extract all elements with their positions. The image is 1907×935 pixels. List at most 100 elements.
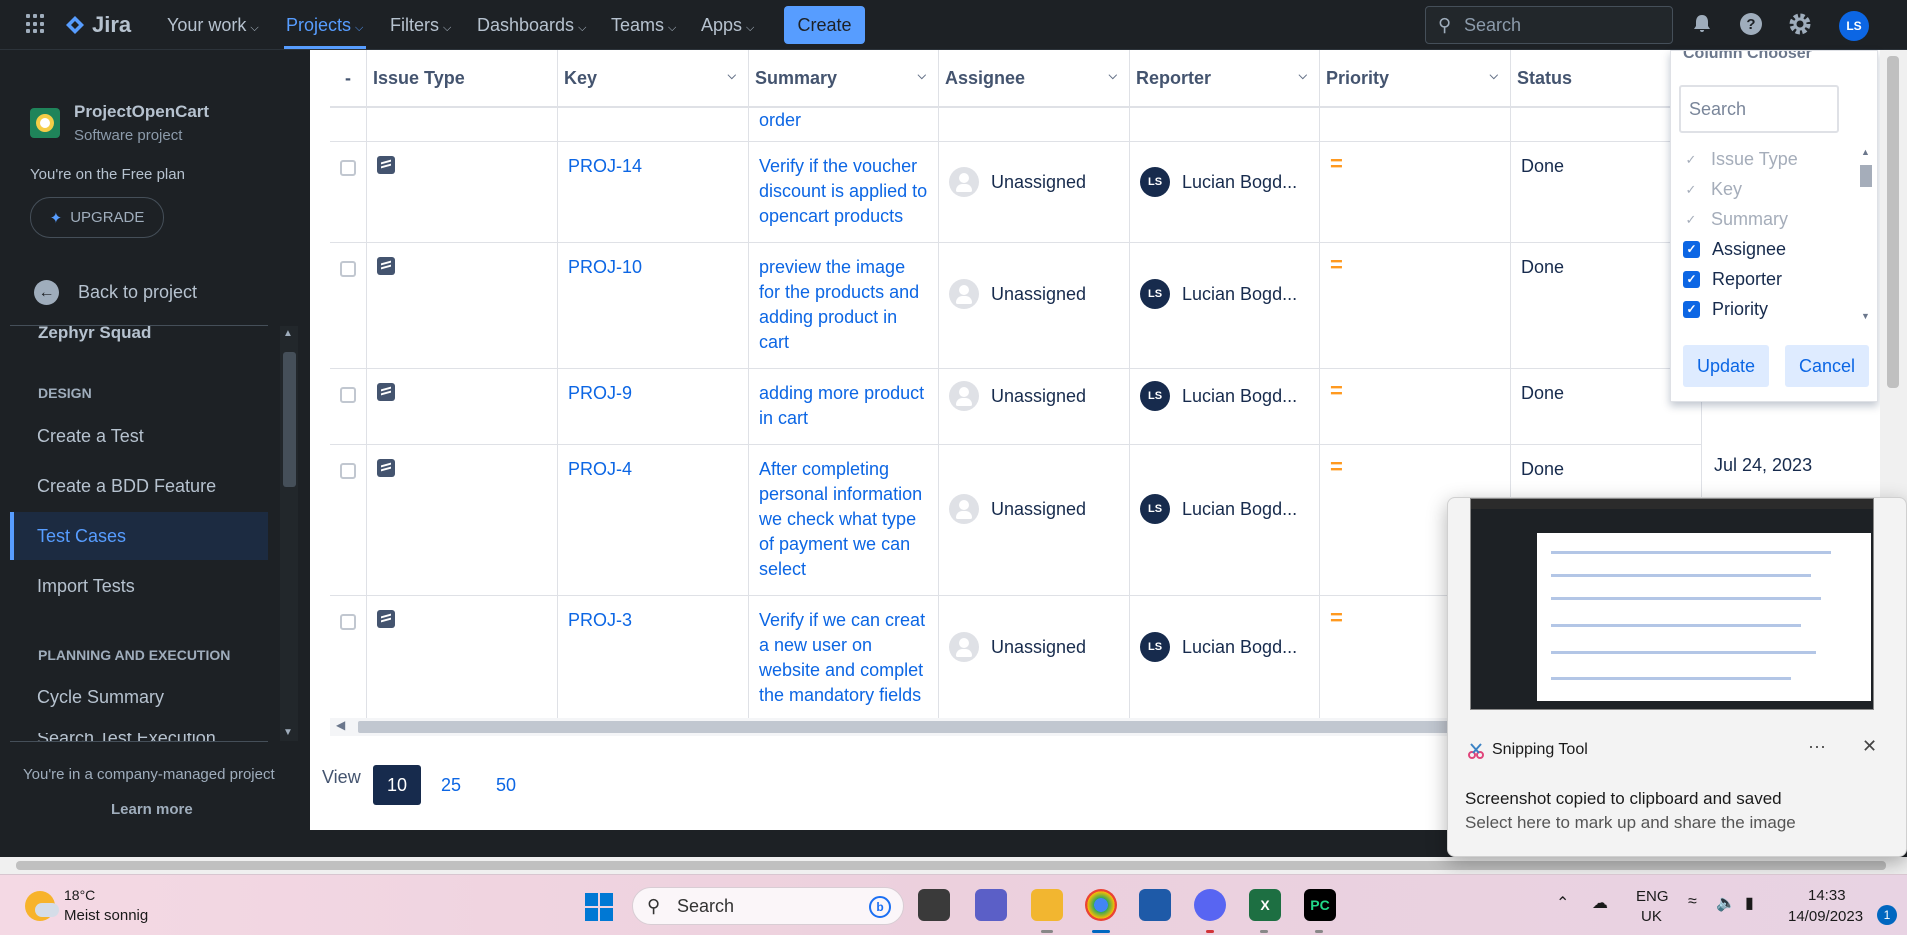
global-search-input[interactable]: ⚲ Search [1425, 6, 1673, 44]
chevron-down-icon[interactable]: ⌵ [728, 70, 736, 83]
summary-link[interactable]: order [748, 107, 939, 142]
page-size-option-50[interactable]: 50 [482, 765, 530, 805]
excel-icon[interactable]: X [1249, 889, 1281, 921]
show-hidden-icons-icon[interactable]: ⌃ [1556, 893, 1569, 913]
page-size-option-25[interactable]: 25 [427, 765, 475, 805]
clock-time[interactable]: 14:33 [1808, 887, 1846, 904]
region-indicator[interactable]: UK [1641, 908, 1662, 925]
summary-link[interactable]: preview the image for the products and a… [748, 242, 939, 369]
notification-badge[interactable]: 1 [1877, 905, 1897, 925]
sidebar-item-search-test-execution[interactable]: Search Test Execution [37, 733, 216, 741]
column-header-summary[interactable]: Summary ⌵ [748, 50, 939, 108]
issue-key-link[interactable]: PROJ-10 [557, 242, 749, 369]
sidebar-item-cycle-summary[interactable]: Cycle Summary [37, 687, 164, 708]
bing-icon[interactable]: b [869, 896, 891, 918]
back-arrow-icon[interactable]: ← [34, 280, 59, 305]
more-options-icon[interactable]: ··· [1808, 736, 1826, 757]
page-vertical-scrollbar-thumb[interactable] [1887, 56, 1899, 388]
taskbar-search-box[interactable]: ⚲ Search b [632, 887, 904, 925]
help-icon[interactable]: ? [1738, 12, 1764, 38]
chrome-icon[interactable] [1085, 889, 1117, 921]
row-checkbox[interactable] [340, 614, 356, 630]
column-option-assignee[interactable]: ✓ Assignee [1683, 239, 1786, 260]
row-checkbox[interactable] [340, 387, 356, 403]
column-list-scrollbar[interactable]: ▲ ▼ [1857, 147, 1873, 323]
language-indicator[interactable]: ENG [1636, 888, 1669, 905]
page-horizontal-scrollbar[interactable] [0, 857, 1907, 874]
sidebar-item-create-test[interactable]: Create a Test [37, 426, 144, 447]
volume-icon[interactable]: 🔈 [1716, 893, 1736, 913]
row-checkbox[interactable] [340, 160, 356, 176]
screenshot-thumbnail[interactable] [1470, 498, 1874, 710]
column-header-assignee[interactable]: Assignee ⌵ [938, 50, 1130, 108]
summary-link[interactable]: adding more product in cart [748, 368, 939, 445]
learn-more-link[interactable]: Learn more [111, 801, 193, 818]
column-header-select[interactable]: - [330, 50, 367, 108]
nav-filters[interactable]: Filters ⌵ [390, 15, 451, 36]
column-option-reporter[interactable]: ✓ Reporter [1683, 269, 1782, 290]
table-horizontal-scrollbar[interactable]: ◀ [330, 718, 1450, 736]
page-horizontal-scrollbar-thumb[interactable] [16, 861, 1886, 870]
scroll-down-arrow-icon[interactable]: ▼ [283, 727, 293, 738]
back-to-project-link[interactable]: Back to project [78, 282, 197, 303]
nav-dashboards[interactable]: Dashboards ⌵ [477, 15, 586, 36]
chevron-down-icon[interactable]: ⌵ [918, 70, 926, 83]
column-option-priority[interactable]: ✓ Priority [1683, 299, 1768, 320]
page-size-option-10[interactable]: 10 [373, 765, 421, 805]
chevron-down-icon[interactable]: ⌵ [1299, 70, 1307, 83]
checkbox-checked-icon[interactable]: ✓ [1683, 301, 1700, 318]
onedrive-icon[interactable]: ☁ [1592, 893, 1608, 913]
column-header-key[interactable]: Key ⌵ [557, 50, 749, 108]
summary-link[interactable]: Verify if the voucher discount is applie… [748, 141, 939, 243]
table-scrollbar-thumb[interactable] [358, 721, 1450, 733]
mysql-workbench-icon[interactable] [1139, 889, 1171, 921]
notifications-icon[interactable] [1689, 12, 1715, 38]
row-checkbox[interactable] [340, 261, 356, 277]
windows-start-icon[interactable] [585, 893, 613, 921]
pycharm-icon[interactable]: PC [1304, 889, 1336, 921]
snipping-tool-notification[interactable]: Snipping Tool ··· ✕ Screenshot copied to… [1447, 497, 1907, 857]
table-row[interactable]: PROJ-14 Verify if the voucher discount i… [330, 141, 1702, 243]
summary-link[interactable]: Verify if we can creat a new user on web… [748, 595, 939, 723]
issue-key-link[interactable]: PROJ-3 [557, 595, 749, 723]
checkbox-checked-icon[interactable]: ✓ [1683, 271, 1700, 288]
nav-teams[interactable]: Teams ⌵ [611, 15, 676, 36]
checkbox-checked-icon[interactable]: ✓ [1683, 241, 1700, 258]
weather-condition[interactable]: Meist sonnig [64, 907, 148, 924]
discord-icon[interactable] [1194, 889, 1226, 921]
cancel-button[interactable]: Cancel [1785, 345, 1869, 387]
column-header-reporter[interactable]: Reporter ⌵ [1129, 50, 1320, 108]
scroll-up-arrow-icon[interactable]: ▲ [1861, 147, 1870, 157]
create-button[interactable]: Create [784, 6, 865, 44]
table-row[interactable]: PROJ-10 preview the image for the produc… [330, 242, 1702, 369]
row-checkbox[interactable] [340, 463, 356, 479]
jira-logo[interactable]: Jira [64, 12, 131, 38]
column-header-issue-type[interactable]: Issue Type [366, 50, 558, 108]
task-view-icon[interactable] [918, 889, 950, 921]
table-row[interactable]: PROJ-9 adding more product in cart Unass… [330, 368, 1702, 445]
sidebar-item-test-cases[interactable]: Test Cases [37, 526, 126, 547]
nav-projects[interactable]: Projects ⌵ [286, 15, 363, 36]
issue-key-link[interactable]: PROJ-4 [557, 444, 749, 596]
issue-key-link[interactable]: PROJ-14 [557, 141, 749, 243]
column-search-input[interactable]: Search [1679, 85, 1839, 133]
nav-apps[interactable]: Apps ⌵ [701, 15, 754, 36]
scroll-up-arrow-icon[interactable]: ▲ [283, 328, 293, 339]
settings-icon[interactable] [1787, 12, 1813, 38]
teams-chat-icon[interactable] [975, 889, 1007, 921]
scroll-left-arrow-icon[interactable]: ◀ [336, 718, 345, 732]
nav-your-work[interactable]: Your work ⌵ [167, 15, 259, 36]
chevron-down-icon[interactable]: ⌵ [1490, 70, 1498, 83]
wifi-icon[interactable]: ≈ [1688, 893, 1697, 911]
issue-key-link[interactable]: PROJ-9 [557, 368, 749, 445]
battery-icon[interactable]: ▮ [1745, 893, 1754, 913]
app-switcher-icon[interactable] [26, 14, 46, 34]
column-list-scrollbar-thumb[interactable] [1860, 165, 1872, 187]
update-button[interactable]: Update [1683, 345, 1769, 387]
upgrade-button[interactable]: ✦ UPGRADE [30, 197, 164, 238]
column-header-priority[interactable]: Priority ⌵ [1319, 50, 1511, 108]
weather-icon[interactable] [25, 891, 59, 921]
scroll-down-arrow-icon[interactable]: ▼ [1861, 311, 1870, 321]
clock-date[interactable]: 14/09/2023 [1788, 908, 1863, 925]
chevron-down-icon[interactable]: ⌵ [1109, 70, 1117, 83]
